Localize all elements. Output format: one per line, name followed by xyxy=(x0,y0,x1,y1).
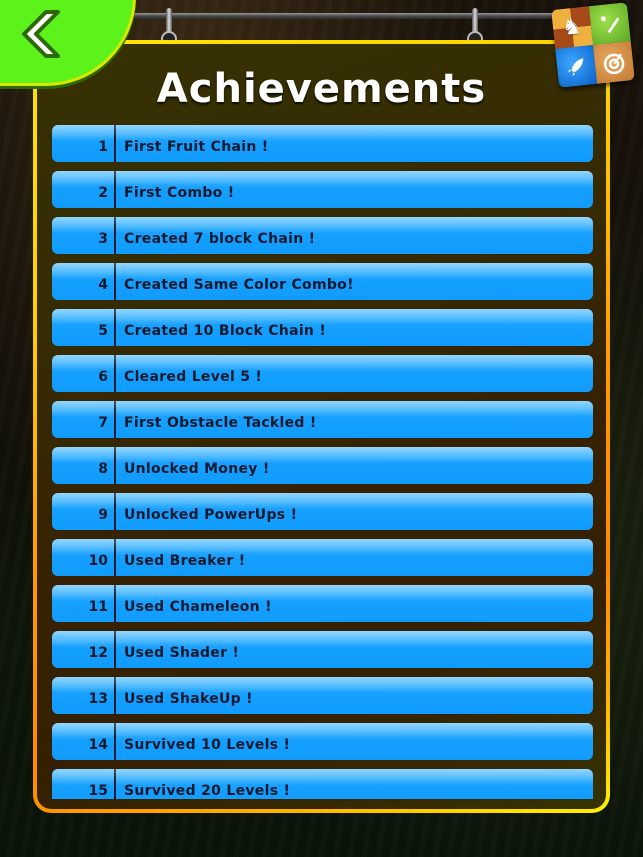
achievement-label: Created 10 Block Chain ! xyxy=(124,322,327,339)
chevron-left-icon xyxy=(22,10,60,58)
achievement-label: Created 7 block Chain ! xyxy=(124,230,316,247)
back-button[interactable] xyxy=(10,6,66,62)
achievement-number: 2 xyxy=(98,184,108,201)
page-title: Achievements xyxy=(156,66,487,112)
achievement-row[interactable]: 15 Survived 20 Levels ! xyxy=(52,769,593,799)
achievement-label: First Combo ! xyxy=(124,184,235,201)
achievement-number: 4 xyxy=(98,276,108,293)
chess-knight-icon: ♞ xyxy=(551,6,593,49)
achievement-number: 12 xyxy=(88,644,108,661)
achievement-row[interactable]: 4 Created Same Color Combo! xyxy=(52,263,593,300)
achievement-label: Used Breaker ! xyxy=(124,552,246,569)
achievement-row[interactable]: 10 Used Breaker ! xyxy=(52,539,593,576)
achievement-label: Created Same Color Combo! xyxy=(124,276,354,293)
achievement-number: 1 xyxy=(98,138,108,155)
achievement-row[interactable]: 5 Created 10 Block Chain ! xyxy=(52,309,593,346)
achievement-row[interactable]: 12 Used Shader ! xyxy=(52,631,593,668)
achievement-label: Unlocked PowerUps ! xyxy=(124,506,298,523)
achievement-label: First Fruit Chain ! xyxy=(124,138,269,155)
achievement-row[interactable]: 6 Cleared Level 5 ! xyxy=(52,355,593,392)
achievement-label: Cleared Level 5 ! xyxy=(124,368,263,385)
achievement-number: 11 xyxy=(88,598,108,615)
achievement-number: 8 xyxy=(98,460,108,477)
achievement-number: 6 xyxy=(98,368,108,385)
achievement-row[interactable]: 8 Unlocked Money ! xyxy=(52,447,593,484)
achievement-label: Used Chameleon ! xyxy=(124,598,272,615)
achievement-number: 13 xyxy=(88,690,108,707)
achievement-number: 3 xyxy=(98,230,108,247)
achievement-number: 14 xyxy=(88,736,108,753)
achievement-number: 10 xyxy=(88,552,108,569)
achievement-label: Survived 10 Levels ! xyxy=(124,736,291,753)
achievement-row[interactable]: 13 Used ShakeUp ! xyxy=(52,677,593,714)
achievement-number: 7 xyxy=(98,414,108,431)
achievement-number: 5 xyxy=(98,322,108,339)
achievement-label: Used Shader ! xyxy=(124,644,240,661)
achievement-row[interactable]: 2 First Combo ! xyxy=(52,171,593,208)
achievement-label: Unlocked Money ! xyxy=(124,460,270,477)
achievement-row[interactable]: 1 First Fruit Chain ! xyxy=(52,125,593,162)
achievement-number: 9 xyxy=(98,506,108,523)
achievement-row[interactable]: 11 Used Chameleon ! xyxy=(52,585,593,622)
achievements-list[interactable]: 1 First Fruit Chain ! 2 First Combo ! 3 Cre… xyxy=(52,125,593,799)
achievement-number: 15 xyxy=(88,782,108,799)
achievement-row[interactable]: 7 First Obstacle Tackled ! xyxy=(52,401,593,438)
achievement-row[interactable]: 3 Created 7 block Chain ! xyxy=(52,217,593,254)
achievement-label: Used ShakeUp ! xyxy=(124,690,253,707)
hanging-rod xyxy=(60,13,620,19)
achievement-label: First Obstacle Tackled ! xyxy=(124,414,317,431)
baseball-bat-icon xyxy=(588,2,631,45)
achievement-label: Survived 20 Levels ! xyxy=(124,782,291,799)
achievement-row[interactable]: 9 Unlocked PowerUps ! xyxy=(52,493,593,530)
achievement-row[interactable]: 14 Survived 10 Levels ! xyxy=(52,723,593,760)
